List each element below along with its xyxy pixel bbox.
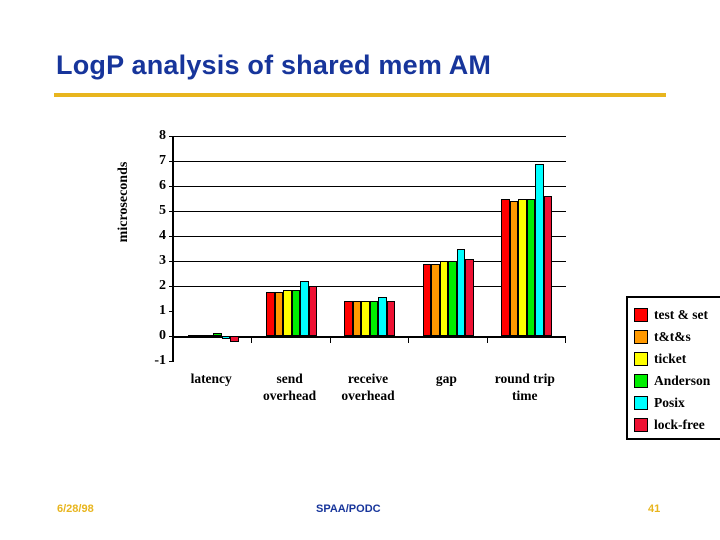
footer-conference: SPAA/PODC xyxy=(316,503,381,515)
x-axis-category-labels: latency send overhead receive overhead gap r… xyxy=(172,370,564,420)
y-tick-label: 2 xyxy=(159,278,166,293)
bar xyxy=(526,198,536,336)
legend-item: Anderson xyxy=(634,370,710,392)
legend-color-swatch xyxy=(634,396,648,410)
bar-group xyxy=(174,136,253,361)
bar xyxy=(361,301,370,336)
legend-label: ticket xyxy=(654,351,687,366)
bar xyxy=(266,292,275,336)
y-tick-label: 5 xyxy=(159,203,166,218)
bar xyxy=(448,261,457,336)
bar xyxy=(221,336,231,339)
bar xyxy=(509,201,519,336)
legend-color-swatch xyxy=(634,330,648,344)
bar xyxy=(456,248,466,336)
legend-item: Posix xyxy=(634,392,685,414)
footer-date: 6/28/98 xyxy=(57,503,94,515)
y-tick-label: 3 xyxy=(159,253,166,268)
legend-color-swatch xyxy=(634,374,648,388)
bar xyxy=(187,334,197,338)
bar-series-container xyxy=(174,136,566,361)
legend-item: t&t&s xyxy=(634,326,691,348)
bar xyxy=(291,289,301,336)
bar-group xyxy=(409,136,488,361)
y-tick-label: 8 xyxy=(159,128,166,143)
bar xyxy=(465,258,474,336)
bar xyxy=(386,301,396,336)
bar xyxy=(518,198,527,336)
bar xyxy=(283,289,292,336)
y-tick-label: 6 xyxy=(159,178,166,193)
title-divider xyxy=(54,93,666,97)
bar xyxy=(369,301,379,336)
bar xyxy=(300,281,309,336)
legend-color-swatch xyxy=(634,308,648,322)
y-tick-label: 1 xyxy=(159,303,166,318)
legend-label: t&t&s xyxy=(654,329,691,344)
bar-group xyxy=(488,136,566,361)
bar xyxy=(196,334,205,338)
x-category-label: round trip time xyxy=(494,371,555,403)
bar xyxy=(204,334,214,338)
footer-page-number: 41 xyxy=(648,503,661,515)
bar xyxy=(308,286,318,336)
plot-area xyxy=(169,136,566,362)
bar-chart: microseconds 8 7 6 5 4 3 2 1 0 -1 latency send ove… xyxy=(62,122,720,440)
legend-label: test & set xyxy=(654,307,708,322)
bar xyxy=(274,292,284,336)
y-axis-tick-labels: 8 7 6 5 4 3 2 1 0 -1 xyxy=(138,122,166,368)
x-category-label: receive overhead xyxy=(341,371,395,403)
x-category-label: latency xyxy=(190,371,232,386)
page-title: LogP analysis of shared mem AM xyxy=(56,50,492,80)
legend-label: Anderson xyxy=(654,373,711,388)
y-tick-label: 4 xyxy=(159,228,166,243)
chart-legend: test & set t&t&s ticket Anderson Posix lock-f… xyxy=(626,296,720,440)
x-category-label: gap xyxy=(435,371,457,386)
legend-item: test & set xyxy=(634,304,708,326)
y-tick-label: 7 xyxy=(159,153,166,168)
x-axis-tick xyxy=(564,336,566,343)
legend-label: lock-free xyxy=(654,417,705,432)
x-category-label: send overhead xyxy=(262,371,317,403)
bar xyxy=(431,263,440,336)
bar xyxy=(378,297,387,336)
y-axis-title: microseconds xyxy=(116,161,131,243)
bar xyxy=(352,301,362,336)
y-tick-label: 0 xyxy=(159,328,166,343)
bar xyxy=(543,196,553,336)
bar xyxy=(213,333,222,336)
y-tick-label: -1 xyxy=(154,353,166,368)
legend-label: Posix xyxy=(654,395,685,410)
bar xyxy=(439,261,449,336)
bar xyxy=(422,263,432,336)
bar xyxy=(344,301,353,336)
legend-item: ticket xyxy=(634,348,686,370)
bar xyxy=(501,198,510,336)
bar xyxy=(535,163,544,336)
bar-group xyxy=(331,136,410,361)
bar-group xyxy=(252,136,331,361)
bar xyxy=(230,336,239,342)
y-tick-mark xyxy=(169,361,174,362)
legend-color-swatch xyxy=(634,418,648,432)
legend-color-swatch xyxy=(634,352,648,366)
legend-item: lock-free xyxy=(634,414,705,436)
